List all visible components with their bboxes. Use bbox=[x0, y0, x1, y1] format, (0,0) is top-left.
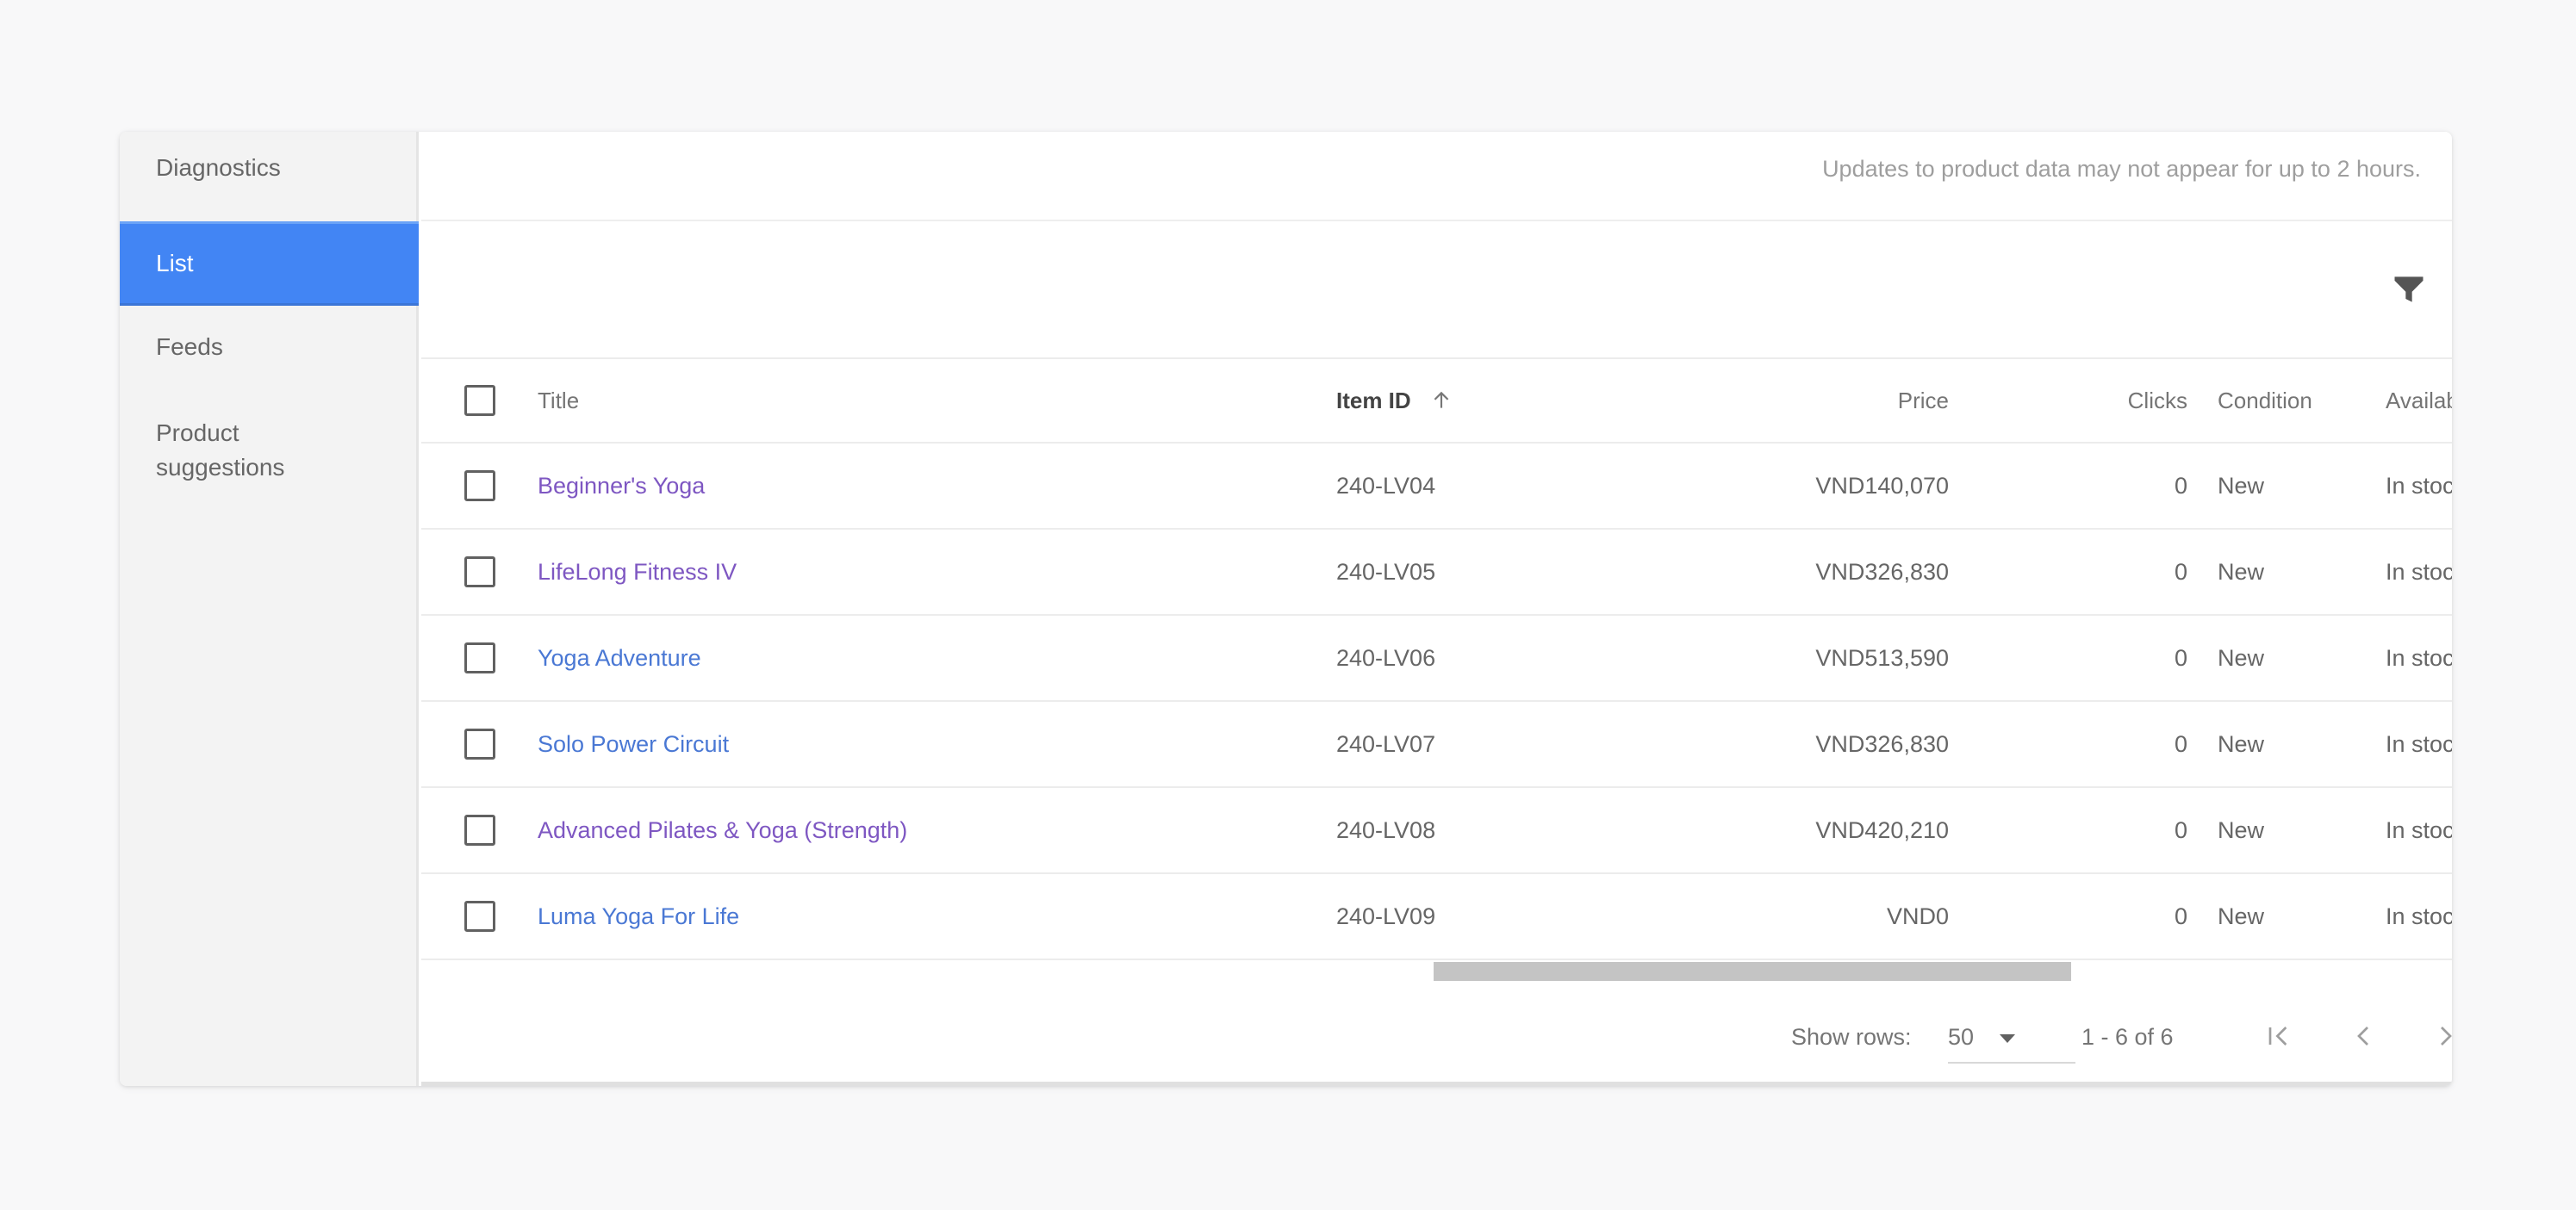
table-row: Solo Power Circuit 240-LV07 VND326,830 0 New… bbox=[421, 702, 2452, 788]
select-all-cell bbox=[464, 359, 495, 442]
price-cell: VND513,590 bbox=[1815, 644, 1949, 671]
price-cell: VND420,210 bbox=[1815, 816, 1949, 843]
row-select-cell bbox=[464, 530, 495, 614]
row-select-cell bbox=[464, 616, 495, 700]
condition-cell: New bbox=[2218, 558, 2265, 585]
title-cell: Advanced Pilates & Yoga (Strength) bbox=[538, 788, 907, 872]
title-cell: LifeLong Fitness IV bbox=[538, 530, 737, 614]
notice-bar: Updates to product data may not appear f… bbox=[421, 132, 2452, 221]
condition-cell: New bbox=[2218, 644, 2265, 671]
item-id-cell: 240-LV04 bbox=[1336, 472, 1436, 499]
chevron-right-icon[interactable] bbox=[2429, 1019, 2452, 1053]
sidebar-item-label: List bbox=[156, 250, 194, 276]
arrow-up-icon bbox=[1434, 391, 1449, 408]
sidebar-item-feeds[interactable]: Feeds bbox=[120, 330, 419, 364]
table-row: Yoga Adventure 240-LV06 VND513,590 0 New In s… bbox=[421, 616, 2452, 702]
title-cell: Beginner's Yoga bbox=[538, 444, 705, 528]
row-select-cell bbox=[464, 702, 495, 786]
title-cell: Luma Yoga For Life bbox=[538, 874, 739, 959]
rows-per-page-value: 50 bbox=[1948, 1024, 1975, 1050]
sidebar-item-product-suggestions[interactable]: Product suggestions bbox=[120, 416, 335, 485]
price-cell: VND326,830 bbox=[1815, 730, 1949, 757]
availability-cell: In stock bbox=[2386, 558, 2452, 585]
clicks-cell: 0 bbox=[2174, 903, 2187, 929]
clicks-cell: 0 bbox=[2174, 558, 2187, 585]
column-header-title[interactable]: Title bbox=[538, 359, 579, 442]
clicks-cell: 0 bbox=[2174, 730, 2187, 757]
title-cell: Yoga Adventure bbox=[538, 616, 701, 700]
availability-cell: In stock bbox=[2386, 472, 2452, 499]
product-title-link[interactable]: Solo Power Circuit bbox=[538, 731, 729, 758]
row-checkbox[interactable] bbox=[464, 815, 495, 846]
horizontal-scrollbar[interactable] bbox=[421, 960, 2452, 984]
column-header-clicks[interactable]: Clicks bbox=[2024, 359, 2187, 442]
clicks-cell: 0 bbox=[2174, 644, 2187, 671]
sidebar-item-diagnostics[interactable]: Diagnostics bbox=[120, 151, 419, 185]
column-header-label: Item ID bbox=[1336, 387, 1411, 413]
scrollbar-thumb[interactable] bbox=[1434, 962, 2071, 981]
select-all-checkbox[interactable] bbox=[464, 385, 495, 416]
row-checkbox[interactable] bbox=[464, 556, 495, 587]
price-cell: VND140,070 bbox=[1815, 472, 1949, 499]
item-id-cell: 240-LV05 bbox=[1336, 558, 1436, 585]
first-page-icon[interactable] bbox=[2262, 1019, 2296, 1053]
item-id-cell: 240-LV06 bbox=[1336, 644, 1436, 671]
item-id-cell: 240-LV07 bbox=[1336, 730, 1436, 757]
card-bottom-border bbox=[421, 1082, 2452, 1086]
condition-cell: New bbox=[2218, 903, 2265, 929]
column-header-condition[interactable]: Condition bbox=[2218, 359, 2312, 442]
chevron-down-icon bbox=[2000, 1034, 2015, 1043]
clicks-cell: 0 bbox=[2174, 816, 2187, 843]
condition-cell: New bbox=[2218, 730, 2265, 757]
pagination-range: 1 - 6 of 6 bbox=[2081, 1024, 2174, 1050]
sidebar-item-label: Feeds bbox=[156, 333, 223, 360]
row-checkbox[interactable] bbox=[464, 470, 495, 501]
table-row: Luma Yoga For Life 240-LV09 VND0 0 New In sto… bbox=[421, 874, 2452, 960]
product-title-link[interactable]: Luma Yoga For Life bbox=[538, 903, 739, 930]
update-notice: Updates to product data may not appear f… bbox=[1822, 156, 2421, 182]
filter-icon[interactable] bbox=[2390, 270, 2428, 308]
show-rows-label: Show rows: bbox=[1791, 1024, 1912, 1050]
row-checkbox[interactable] bbox=[464, 901, 495, 932]
condition-cell: New bbox=[2218, 472, 2265, 499]
table-row: LifeLong Fitness IV 240-LV05 VND326,830 0 Ne… bbox=[421, 530, 2452, 616]
column-header-availability[interactable]: Availability bbox=[2386, 359, 2452, 442]
sidebar-item-label: Product suggestions bbox=[156, 419, 285, 481]
main-panel: Updates to product data may not appear f… bbox=[421, 132, 2452, 1086]
row-select-cell bbox=[464, 874, 495, 959]
row-select-cell bbox=[464, 788, 495, 872]
table-row: Beginner's Yoga 240-LV04 VND140,070 0 New In … bbox=[421, 444, 2452, 530]
availability-cell: In stock bbox=[2386, 644, 2452, 671]
price-cell: VND0 bbox=[1886, 903, 1949, 929]
product-title-link[interactable]: Advanced Pilates & Yoga (Strength) bbox=[538, 817, 907, 844]
product-title-link[interactable]: LifeLong Fitness IV bbox=[538, 559, 737, 586]
sidebar-item-label: Diagnostics bbox=[156, 154, 281, 181]
rows-per-page-select[interactable]: 50 bbox=[1948, 1010, 2075, 1064]
row-checkbox[interactable] bbox=[464, 642, 495, 673]
availability-cell: In stock bbox=[2386, 730, 2452, 757]
item-id-cell: 240-LV09 bbox=[1336, 903, 1436, 929]
product-title-link[interactable]: Beginner's Yoga bbox=[538, 473, 705, 500]
sidebar-item-list[interactable]: List bbox=[120, 221, 419, 306]
row-select-cell bbox=[464, 444, 495, 528]
column-header-price[interactable]: Price bbox=[1714, 359, 1949, 442]
table-footer: Show rows: 50 1 - 6 of 6 bbox=[421, 984, 2452, 1086]
title-cell: Solo Power Circuit bbox=[538, 702, 729, 786]
condition-cell: New bbox=[2218, 816, 2265, 843]
row-checkbox[interactable] bbox=[464, 729, 495, 760]
availability-cell: In stock bbox=[2386, 903, 2452, 929]
table-row: Advanced Pilates & Yoga (Strength) 240-LV… bbox=[421, 788, 2452, 874]
table-header-row: Title Item ID Price Clicks Condition Ava… bbox=[421, 357, 2452, 444]
products-card: Diagnostics List Feeds Product suggestio… bbox=[120, 132, 2452, 1086]
column-header-item-id[interactable]: Item ID bbox=[1336, 359, 1453, 442]
clicks-cell: 0 bbox=[2174, 472, 2187, 499]
chevron-left-icon[interactable] bbox=[2346, 1019, 2380, 1053]
sidebar: Diagnostics List Feeds Product suggestio… bbox=[120, 132, 419, 1086]
availability-cell: In stock bbox=[2386, 816, 2452, 843]
product-title-link[interactable]: Yoga Adventure bbox=[538, 645, 701, 672]
item-id-cell: 240-LV08 bbox=[1336, 816, 1436, 843]
price-cell: VND326,830 bbox=[1815, 558, 1949, 585]
